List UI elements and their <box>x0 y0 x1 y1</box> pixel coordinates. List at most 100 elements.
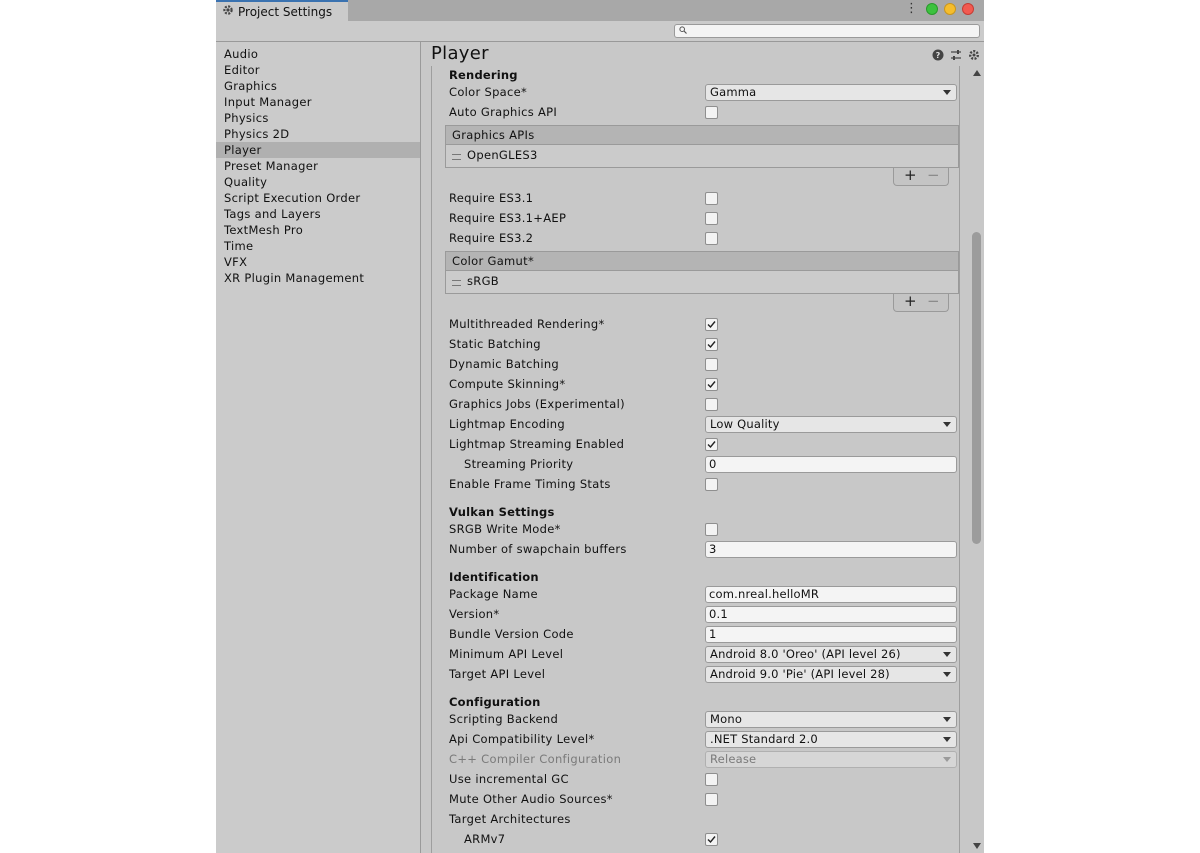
row-streaming-priority: Streaming Priority 0 <box>449 455 959 475</box>
incremental-gc-checkbox[interactable] <box>705 773 718 786</box>
more-options-icon[interactable]: ⋮ <box>905 2 918 15</box>
window-tab-label: Project Settings <box>238 4 333 19</box>
project-settings-window: Project Settings ⋮ Audio Editor Graphics… <box>216 0 984 853</box>
row-package-name: Package Name com.nreal.helloMR <box>449 585 959 605</box>
graphics-api-item: OpenGLES3 <box>467 148 538 162</box>
bundle-version-code-field[interactable]: 1 <box>705 626 957 643</box>
sidebar-item-editor[interactable]: Editor <box>216 62 420 78</box>
graphics-apis-footer: + − <box>893 166 949 186</box>
label-srgb-write-mode: SRGB Write Mode* <box>449 522 561 536</box>
sidebar-item-audio[interactable]: Audio <box>216 46 420 62</box>
srgb-write-mode-checkbox[interactable] <box>705 523 718 536</box>
add-graphics-api-button[interactable]: + <box>904 166 917 184</box>
row-incremental-gc: Use incremental GC <box>449 770 959 790</box>
auto-graphics-api-checkbox[interactable] <box>705 106 718 119</box>
sidebar-item-script-execution-order[interactable]: Script Execution Order <box>216 190 420 206</box>
remove-color-gamut-button[interactable]: − <box>927 292 940 310</box>
min-api-level-dropdown[interactable]: Android 8.0 'Oreo' (API level 26) <box>705 646 957 663</box>
remove-graphics-api-button[interactable]: − <box>927 166 940 184</box>
header-icons: ? <box>932 49 980 64</box>
multithreaded-rendering-checkbox[interactable] <box>705 318 718 331</box>
settings-gear-icon[interactable] <box>968 49 980 64</box>
close-button[interactable] <box>962 3 974 15</box>
row-target-architectures: Target Architectures <box>449 810 959 830</box>
lightmap-streaming-checkbox[interactable] <box>705 438 718 451</box>
api-compatibility-value: .NET Standard 2.0 <box>710 732 818 746</box>
static-batching-checkbox[interactable] <box>705 338 718 351</box>
scripting-backend-dropdown[interactable]: Mono <box>705 711 957 728</box>
search-input[interactable] <box>674 24 980 38</box>
drag-handle-icon[interactable] <box>452 154 461 160</box>
sidebar-item-physics-2d[interactable]: Physics 2D <box>216 126 420 142</box>
row-compute-skinning: Compute Skinning* <box>449 375 959 395</box>
dynamic-batching-checkbox[interactable] <box>705 358 718 371</box>
settings-content: Rendering Color Space* Gamma Auto Graphi… <box>431 66 960 853</box>
swapchain-buffers-field[interactable]: 3 <box>705 541 957 558</box>
color-gamut-footer: + − <box>893 292 949 312</box>
dropdown-arrow-icon <box>943 757 951 762</box>
sidebar-item-preset-manager[interactable]: Preset Manager <box>216 158 420 174</box>
graphics-jobs-checkbox[interactable] <box>705 398 718 411</box>
sidebar-item-tags-and-layers[interactable]: Tags and Layers <box>216 206 420 222</box>
label-lightmap-streaming: Lightmap Streaming Enabled <box>449 437 625 451</box>
row-target-api-level: Target API Level Android 9.0 'Pie' (API … <box>449 665 959 685</box>
scroll-up-arrow-icon[interactable] <box>973 70 981 76</box>
label-version: Version* <box>449 607 500 621</box>
row-cpp-compiler: C++ Compiler Configuration Release <box>449 750 959 770</box>
sidebar-item-vfx[interactable]: VFX <box>216 254 420 270</box>
sidebar-item-graphics[interactable]: Graphics <box>216 78 420 94</box>
target-api-level-dropdown[interactable]: Android 9.0 'Pie' (API level 28) <box>705 666 957 683</box>
label-scripting-backend: Scripting Backend <box>449 712 559 726</box>
dropdown-arrow-icon <box>943 737 951 742</box>
sidebar-item-time[interactable]: Time <box>216 238 420 254</box>
sidebar-item-physics[interactable]: Physics <box>216 110 420 126</box>
armv7-checkbox[interactable] <box>705 833 718 846</box>
scripting-backend-value: Mono <box>710 712 743 726</box>
page-title: Player <box>431 43 489 64</box>
require-es31-checkbox[interactable] <box>705 192 718 205</box>
checkmark-icon <box>707 381 716 389</box>
require-es32-checkbox[interactable] <box>705 232 718 245</box>
color-gamut-list: Color Gamut* sRGB + − <box>445 251 959 312</box>
dropdown-arrow-icon <box>943 422 951 427</box>
api-compatibility-dropdown[interactable]: .NET Standard 2.0 <box>705 731 957 748</box>
checkmark-icon <box>707 836 716 844</box>
lightmap-encoding-dropdown[interactable]: Low Quality <box>705 416 957 433</box>
compute-skinning-checkbox[interactable] <box>705 378 718 391</box>
minimize-button[interactable] <box>944 3 956 15</box>
player-settings-panel: Player ? Rendering Color Space* Gamma Au… <box>421 42 984 853</box>
list-item[interactable]: OpenGLES3 <box>445 145 959 168</box>
package-name-field[interactable]: com.nreal.helloMR <box>705 586 957 603</box>
label-cpp-compiler: C++ Compiler Configuration <box>449 752 622 766</box>
list-item[interactable]: sRGB <box>445 271 959 294</box>
frame-timing-stats-checkbox[interactable] <box>705 478 718 491</box>
sidebar-item-xr-plugin-management[interactable]: XR Plugin Management <box>216 270 420 286</box>
row-swapchain-buffers: Number of swapchain buffers 3 <box>449 540 959 560</box>
streaming-priority-field[interactable]: 0 <box>705 456 957 473</box>
cpp-compiler-dropdown: Release <box>705 751 957 768</box>
version-field[interactable]: 0.1 <box>705 606 957 623</box>
label-streaming-priority: Streaming Priority <box>464 457 574 471</box>
help-icon[interactable]: ? <box>932 49 944 64</box>
row-lightmap-streaming: Lightmap Streaming Enabled <box>449 435 959 455</box>
sidebar-item-textmesh-pro[interactable]: TextMesh Pro <box>216 222 420 238</box>
row-color-space: Color Space* Gamma <box>449 83 959 103</box>
sidebar-item-quality[interactable]: Quality <box>216 174 420 190</box>
label-dynamic-batching: Dynamic Batching <box>449 357 560 371</box>
scrollbar-thumb[interactable] <box>972 232 981 544</box>
window-tab[interactable]: Project Settings <box>216 0 348 21</box>
scroll-down-arrow-icon[interactable] <box>973 843 981 849</box>
vertical-scrollbar[interactable] <box>970 66 984 853</box>
sidebar-item-input-manager[interactable]: Input Manager <box>216 94 420 110</box>
sidebar-item-player[interactable]: Player <box>216 142 420 158</box>
require-es31-aep-checkbox[interactable] <box>705 212 718 225</box>
color-space-dropdown[interactable]: Gamma <box>705 84 957 101</box>
preset-sliders-icon[interactable] <box>950 49 962 64</box>
maximize-button[interactable] <box>926 3 938 15</box>
label-target-api-level: Target API Level <box>449 667 546 681</box>
mute-audio-checkbox[interactable] <box>705 793 718 806</box>
color-gamut-item: sRGB <box>467 274 499 288</box>
add-color-gamut-button[interactable]: + <box>904 292 917 310</box>
target-api-level-value: Android 9.0 'Pie' (API level 28) <box>710 667 890 681</box>
drag-handle-icon[interactable] <box>452 280 461 286</box>
